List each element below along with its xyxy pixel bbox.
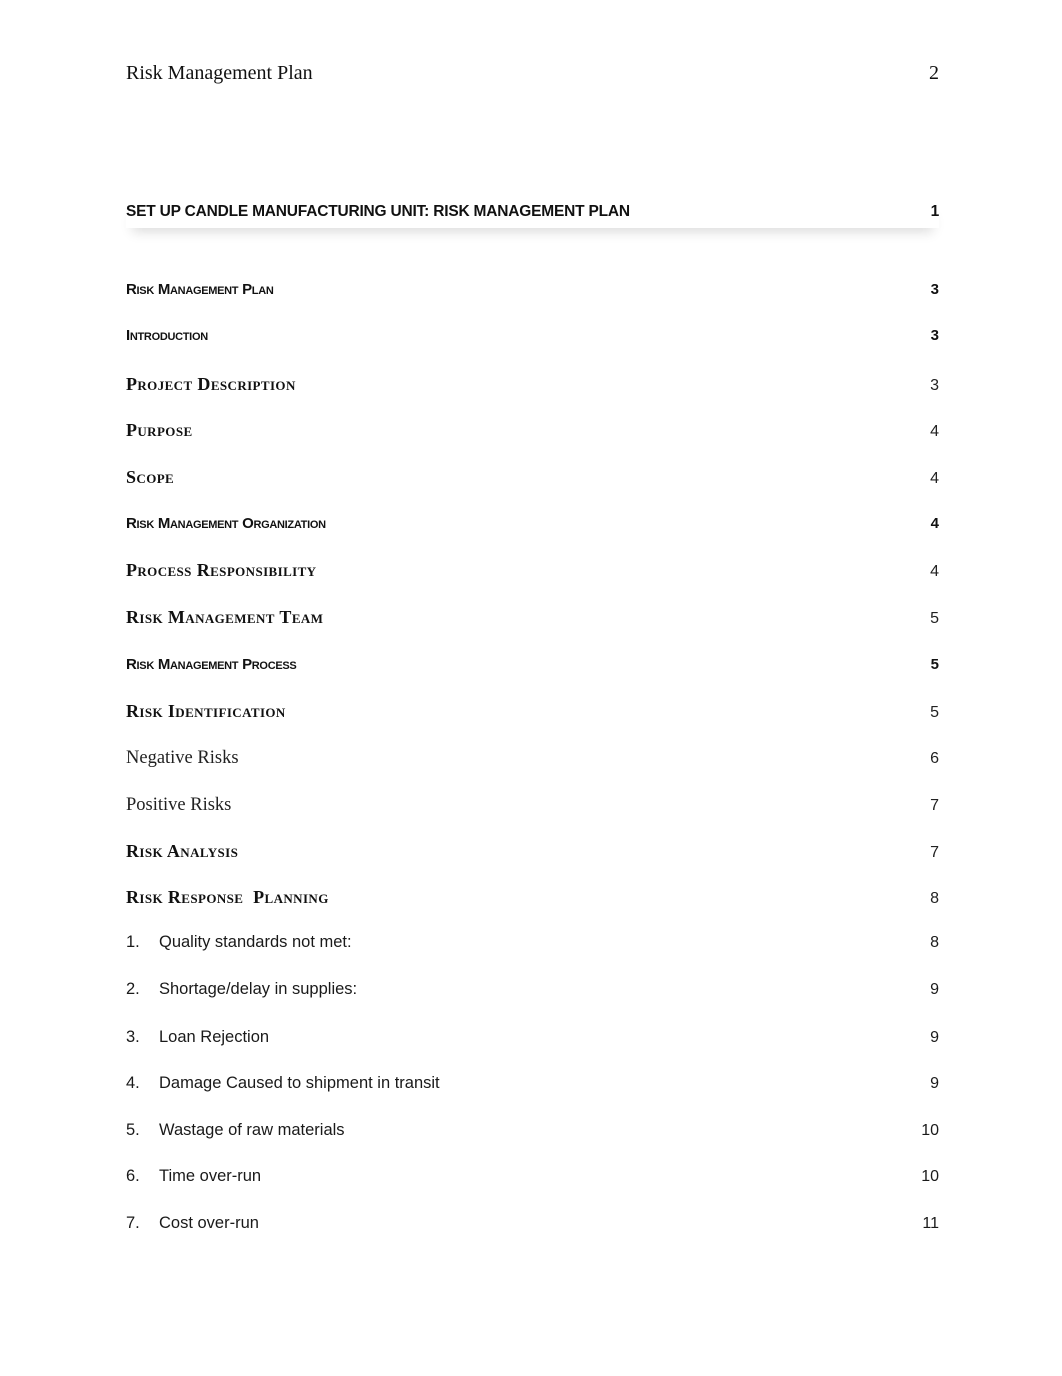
toc-entry[interactable]: Risk Response Planning 8 [126, 887, 939, 908]
toc-entry-title[interactable]: SET UP CANDLE MANUFACTURING UNIT: RISK M… [126, 203, 939, 221]
toc-list-index: 4. [126, 1074, 140, 1092]
toc-list-index: 5. [126, 1121, 140, 1139]
toc-list-index: 7. [126, 1214, 140, 1232]
toc-entry-page: 8 [930, 890, 939, 907]
toc-list-entry[interactable]: 7. Cost over-run 11 [126, 1214, 939, 1233]
toc-entry[interactable]: Risk Management Process 5 [126, 656, 939, 673]
toc-entry-page: 5 [930, 656, 939, 673]
toc-entry-label: Risk Management Team [126, 607, 324, 627]
toc-entry-page: 11 [922, 1215, 939, 1232]
toc-entry-label: Time over-run [159, 1167, 262, 1185]
toc-entry[interactable]: Scope 4 [126, 467, 939, 488]
toc-entry-label: Wastage of raw materials [159, 1121, 345, 1139]
toc-entry-label: Purpose [126, 420, 193, 440]
toc-list-index: 6. [126, 1167, 140, 1185]
toc-entry-label: Loan Rejection [159, 1028, 270, 1046]
toc-entry-label: Risk Management Organization [126, 515, 326, 532]
toc-entry-page: 5 [930, 610, 939, 627]
toc-entry-page: 1 [930, 203, 940, 220]
toc-list-index: 3. [126, 1028, 140, 1046]
document-page: Risk Management Plan 2 SET UP CANDLE MAN… [0, 0, 1062, 1376]
running-header-title: Risk Management Plan [126, 62, 313, 84]
toc-list-index: 2. [126, 980, 140, 998]
toc-entry-page: 4 [930, 515, 939, 532]
toc-list-entry[interactable]: 3. Loan Rejection 9 [126, 1028, 939, 1047]
toc-entry-page: 9 [930, 1029, 939, 1046]
toc-entry-label: Risk Analysis [126, 841, 239, 861]
toc-entry-page: 3 [930, 377, 939, 394]
toc-entry[interactable]: Introduction 3 [126, 327, 939, 344]
toc-entry-label: Introduction [126, 327, 208, 344]
toc-entry-label: Damage Caused to shipment in transit [159, 1074, 440, 1092]
toc-entry-page: 7 [930, 797, 939, 814]
toc-entry-page: 3 [930, 281, 939, 298]
toc-list-entry[interactable]: 1. Quality standards not met: 8 [126, 933, 939, 952]
toc-entry-label: Risk Identification [126, 701, 286, 721]
toc-list-entry[interactable]: 2. Shortage/delay in supplies: 9 [126, 980, 939, 999]
toc-list-entry[interactable]: 5. Wastage of raw materials 10 [126, 1121, 939, 1140]
toc-entry-page: 3 [930, 327, 939, 344]
toc-entry[interactable]: Positive Risks 7 [126, 795, 939, 816]
toc-entry[interactable]: Risk Analysis 7 [126, 841, 939, 862]
toc-entry-page: 5 [930, 704, 939, 721]
toc-entry-label: Negative Risks [126, 748, 239, 768]
toc-entry[interactable]: Risk Management Plan 3 [126, 281, 939, 298]
toc-entry-label: Scope [126, 467, 175, 487]
toc-entry-page: 9 [930, 1075, 939, 1092]
page-number: 2 [929, 62, 939, 84]
toc-list-index: 1. [126, 933, 140, 951]
toc-entry-label: SET UP CANDLE MANUFACTURING UNIT: RISK M… [126, 203, 630, 220]
toc-entry-page: 6 [930, 750, 939, 767]
toc-entry[interactable]: Risk Management Team 5 [126, 607, 939, 628]
toc-list-entry[interactable]: 4. Damage Caused to shipment in transit 9 [126, 1074, 939, 1093]
toc-list-entry[interactable]: 6. Time over-run 10 [126, 1167, 939, 1186]
running-header: Risk Management Plan 2 [126, 60, 939, 86]
toc-entry[interactable]: Risk Management Organization 4 [126, 515, 939, 532]
toc-entry[interactable]: Project Description 3 [126, 374, 939, 395]
toc-entry-page: 10 [921, 1168, 939, 1185]
toc-entry-page: 9 [930, 981, 939, 998]
toc-entry[interactable]: Risk Identification 5 [126, 701, 939, 722]
toc-entry[interactable]: Purpose 4 [126, 420, 939, 441]
toc-entry-label: Risk Response Planning [126, 887, 329, 907]
toc-entry[interactable]: Negative Risks 6 [126, 748, 939, 769]
toc-entry-label: Shortage/delay in supplies: [159, 980, 358, 998]
toc-entry-label: Cost over-run [159, 1214, 259, 1232]
toc-entry-page: 4 [930, 470, 939, 487]
toc-entry[interactable]: Process Responsibility 4 [126, 560, 939, 581]
toc-entry-page: 7 [930, 844, 939, 861]
toc-entry-label: Risk Management Plan [126, 281, 274, 298]
toc-entry-label: Risk Management Process [126, 656, 297, 673]
toc-entry-page: 10 [921, 1122, 939, 1139]
toc-entry-label: Quality standards not met: [159, 933, 352, 951]
toc-entry-page: 8 [930, 934, 939, 951]
toc-entry-label: Process Responsibility [126, 560, 317, 580]
toc-entry-page: 4 [930, 563, 939, 580]
toc-entry-label: Project Description [126, 374, 296, 394]
toc-entry-page: 4 [930, 423, 939, 440]
toc-entry-label: Positive Risks [126, 795, 232, 815]
